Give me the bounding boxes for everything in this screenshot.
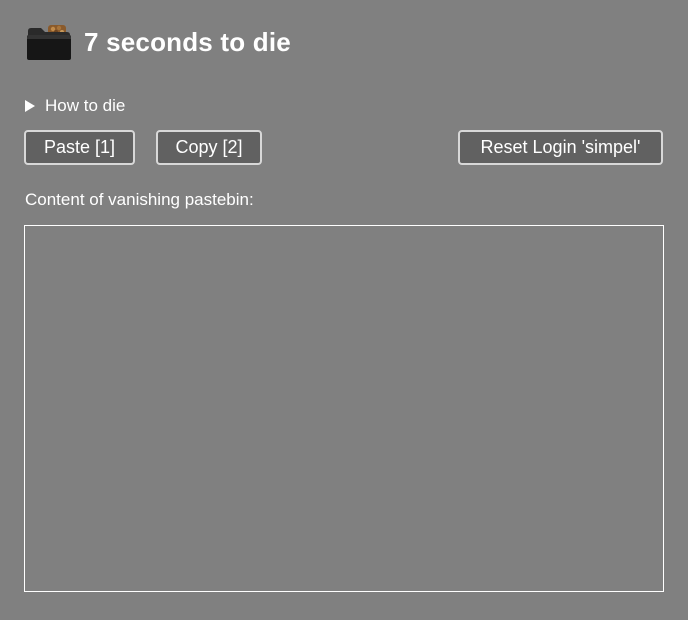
how-to-die-disclosure[interactable]: How to die xyxy=(25,96,125,116)
page-title: 7 seconds to die xyxy=(84,27,291,57)
disclosure-triangle-icon xyxy=(25,100,35,112)
pastebin-textarea[interactable] xyxy=(24,225,664,592)
copy-button[interactable]: Copy [2] xyxy=(156,130,262,165)
page-header: 7 seconds to die xyxy=(26,22,291,62)
folder-icon xyxy=(26,23,72,61)
pastebin-label: Content of vanishing pastebin: xyxy=(25,190,254,209)
paste-button[interactable]: Paste [1] xyxy=(24,130,135,165)
disclosure-summary: How to die xyxy=(45,96,126,115)
reset-login-button[interactable]: Reset Login 'simpel' xyxy=(458,130,663,165)
